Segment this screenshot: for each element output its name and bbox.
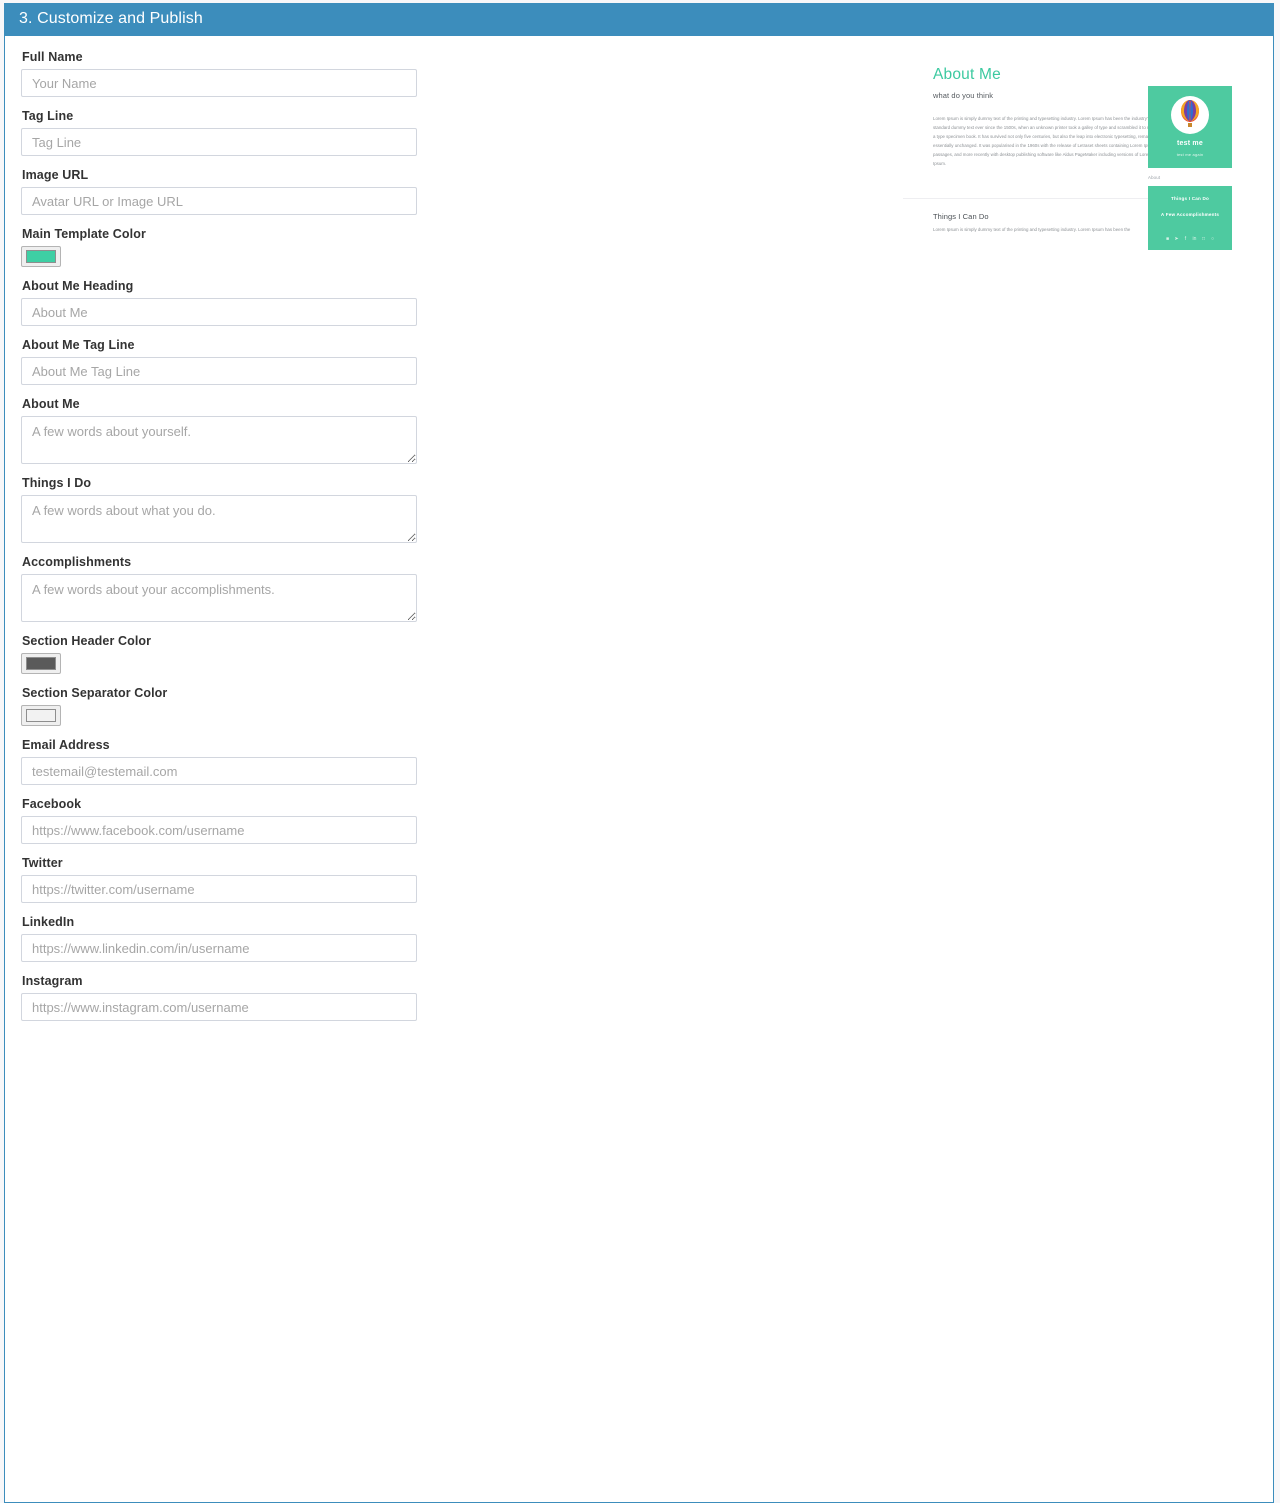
avatar [1171,96,1209,134]
field-label: LinkedIn [22,915,75,929]
form-group: Email Address [21,738,421,785]
preview-section-separator [903,198,1161,199]
preview-profile-card: test me test me again [1148,86,1232,168]
about-me-tag-line-input[interactable] [21,357,417,385]
form-group: LinkedIn [21,915,421,962]
accomplishments-textarea[interactable] [21,574,417,622]
preview-social-icons: ■ ➤ f in □ ○ [1148,237,1232,242]
twitter-input[interactable] [21,875,417,903]
form-group: Accomplishments [21,555,421,622]
preview-frame[interactable]: About Me what do you think Lorem Ipsum i… [895,46,1235,256]
preview-link-item[interactable]: Things I Can Do [1148,196,1232,201]
preview-body-text: Lorem Ipsum is simply dummy text of the … [933,116,1158,167]
preview-nav-link-about[interactable]: About [1148,168,1232,186]
section-header-color-picker[interactable] [21,653,61,674]
full-name-input[interactable] [21,69,417,97]
preview-links-card: Things I Can Do A Few Accomplishments ■ … [1148,186,1232,250]
form-group: About Me Tag Line [21,338,421,385]
preview-section2-body: Lorem Ipsum is simply dummy text of the … [933,227,1131,232]
field-label: Section Separator Color [22,686,168,700]
twitter-icon[interactable]: ➤ [1174,237,1179,242]
panel-body: Full Name Tag Line Image URL Main Template … [5,36,1273,1502]
field-label: Email Address [22,738,110,752]
field-label: Accomplishments [22,555,132,569]
instagram-input[interactable] [21,993,417,1021]
email-address-input[interactable] [21,757,417,785]
field-label: Twitter [22,856,63,870]
field-label: Main Template Color [22,227,146,241]
form-group: Facebook [21,797,421,844]
about-me-textarea[interactable] [21,416,417,464]
facebook-icon[interactable]: f [1183,237,1188,242]
field-label: Instagram [22,974,83,988]
preview-sidebar: test me test me again About Things I Can… [1148,86,1232,250]
form-group: Main Template Color [21,227,421,267]
form-group: Image URL [21,168,421,215]
section-separator-color-swatch [26,709,56,722]
preview-profile-tagline: test me again [1176,152,1204,157]
field-label: About Me Tag Line [22,338,135,352]
panel-header: 3. Customize and Publish [5,3,1273,36]
field-label: Image URL [22,168,89,182]
customize-and-publish-panel: 3. Customize and Publish Full Name Tag Li… [4,3,1274,1503]
things-i-do-textarea[interactable] [21,495,417,543]
preview-link-item[interactable]: A Few Accomplishments [1148,212,1232,217]
form-group: Section Header Color [21,634,421,674]
facebook-input[interactable] [21,816,417,844]
preview-section2-heading: Things I Can Do [933,212,989,221]
form-group: Twitter [21,856,421,903]
template-preview: About Me what do you think Lorem Ipsum i… [895,46,1240,256]
form-group: Tag Line [21,109,421,156]
form-group: About Me [21,397,421,464]
form-group: Things I Do [21,476,421,543]
customize-form: Full Name Tag Line Image URL Main Template … [21,50,421,1033]
form-group: Full Name [21,50,421,97]
field-label: Facebook [22,797,82,811]
field-label: Things I Do [22,476,92,490]
preview-profile-name: test me [1177,140,1203,147]
section-header-color-swatch [26,657,56,670]
field-label: About Me Heading [22,279,134,293]
linkedin-input[interactable] [21,934,417,962]
page-title: 3. Customize and Publish [19,10,203,27]
about-me-heading-input[interactable] [21,298,417,326]
form-group: About Me Heading [21,279,421,326]
field-label: About Me [22,397,80,411]
preview-heading: About Me [933,66,1001,83]
link-icon[interactable]: ○ [1210,237,1215,242]
preview-main-content: About Me what do you think Lorem Ipsum i… [933,66,1161,168]
form-group: Section Separator Color [21,686,421,726]
field-label: Section Header Color [22,634,152,648]
form-group: Instagram [21,974,421,1021]
main-template-color-picker[interactable] [21,246,61,267]
field-label: Tag Line [22,109,74,123]
section-separator-color-picker[interactable] [21,705,61,726]
image-url-input[interactable] [21,187,417,215]
preview-tagline: what do you think [933,91,994,100]
linkedin-icon[interactable]: in [1192,237,1197,242]
instagram-icon[interactable]: □ [1201,237,1206,242]
main-template-color-swatch [26,250,56,263]
email-icon[interactable]: ■ [1165,237,1170,242]
tag-line-input[interactable] [21,128,417,156]
field-label: Full Name [22,50,83,64]
